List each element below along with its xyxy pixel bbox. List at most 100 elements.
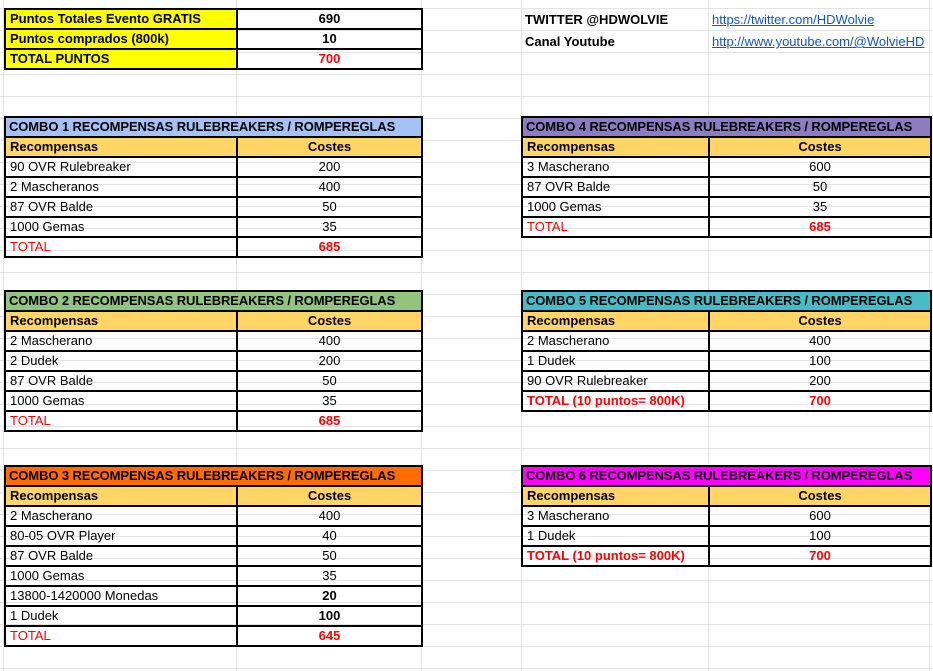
column-header-costs[interactable]: Costes [707,136,933,158]
column-header-rewards[interactable]: Recompensas [521,136,710,158]
reward-name[interactable]: 87 OVR Balde [4,196,238,218]
reward-cost[interactable]: 100 [707,525,933,547]
reward-name[interactable]: 2 Dudek [4,350,238,372]
reward-cost[interactable]: 35 [235,390,424,412]
summary-value[interactable]: 10 [236,28,423,50]
total-value[interactable]: 645 [235,625,424,647]
total-label[interactable]: TOTAL [4,410,238,432]
points-summary-table: Puntos Totales Evento GRATIS 690 Puntos … [4,8,423,70]
total-label[interactable]: TOTAL (10 puntos= 800K) [521,545,710,567]
reward-cost[interactable]: 200 [235,350,424,372]
table-row: 2 Mascherano 400 [521,330,933,352]
reward-name[interactable]: 1 Dudek [521,525,710,547]
twitter-link[interactable]: https://twitter.com/HDWolvie [712,12,874,27]
combo-title[interactable]: COMBO 6 RECOMPENSAS RULEBREAKERS / ROMPE… [520,465,933,487]
reward-cost[interactable]: 40 [235,525,424,547]
table-row: 1 Dudek 100 [521,525,933,547]
summary-label[interactable]: TOTAL PUNTOS [4,48,238,70]
combo-5-table: COMBO 5 RECOMPENSAS RULEBREAKERS / ROMPE… [520,290,933,412]
column-header-costs[interactable]: Costes [235,136,424,158]
reward-cost[interactable]: 100 [235,605,424,627]
reward-name[interactable]: 1 Dudek [4,605,238,627]
column-header-costs[interactable]: Costes [235,310,424,332]
column-header-costs[interactable]: Costes [707,310,933,332]
reward-cost[interactable]: 50 [235,370,424,392]
reward-cost[interactable]: 20 [235,585,424,607]
reward-name[interactable]: 87 OVR Balde [521,176,710,198]
total-label[interactable]: TOTAL [4,236,238,258]
column-header-rewards[interactable]: Recompensas [521,310,710,332]
summary-label[interactable]: Puntos comprados (800k) [4,28,238,50]
reward-cost[interactable]: 35 [235,565,424,587]
column-header-rewards[interactable]: Recompensas [521,485,710,507]
combo-title[interactable]: COMBO 4 RECOMPENSAS RULEBREAKERS / ROMPE… [520,116,933,138]
reward-name[interactable]: 3 Mascherano [521,505,710,527]
reward-cost[interactable]: 200 [235,156,424,178]
reward-cost[interactable]: 35 [707,196,933,218]
summary-label[interactable]: Puntos Totales Evento GRATIS [4,8,238,30]
reward-name[interactable]: 80-05 OVR Player [4,525,238,547]
combo-4-table: COMBO 4 RECOMPENSAS RULEBREAKERS / ROMPE… [520,116,933,238]
column-header-rewards[interactable]: Recompensas [4,136,238,158]
reward-name[interactable]: 1000 Gemas [4,390,238,412]
total-value[interactable]: 685 [235,410,424,432]
reward-cost[interactable]: 400 [235,330,424,352]
combo-title[interactable]: COMBO 5 RECOMPENSAS RULEBREAKERS / ROMPE… [520,290,933,312]
reward-name[interactable]: 2 Mascherano [521,330,710,352]
reward-cost[interactable]: 600 [707,505,933,527]
reward-cost[interactable]: 400 [235,505,424,527]
total-label[interactable]: TOTAL [4,625,238,647]
combo-1-table: COMBO 1 RECOMPENSAS RULEBREAKERS / ROMPE… [3,116,424,258]
reward-cost[interactable]: 100 [707,350,933,372]
reward-cost[interactable]: 400 [707,330,933,352]
reward-name[interactable]: 87 OVR Balde [4,370,238,392]
table-row: 80-05 OVR Player 40 [4,525,424,547]
reward-cost[interactable]: 600 [707,156,933,178]
total-value[interactable]: 685 [707,216,933,238]
summary-value[interactable]: 690 [236,8,423,30]
table-row: 1000 Gemas 35 [4,390,424,412]
column-header-rewards[interactable]: Recompensas [4,310,238,332]
table-row: 87 OVR Balde 50 [4,370,424,392]
table-row: 1 Dudek 100 [4,605,424,627]
reward-name[interactable]: 1000 Gemas [4,565,238,587]
summary-total-value[interactable]: 700 [236,48,423,70]
table-row: 1000 Gemas 35 [521,196,933,218]
reward-name[interactable]: 90 OVR Rulebreaker [4,156,238,178]
reward-name[interactable]: 2 Mascheranos [4,176,238,198]
column-header-costs[interactable]: Costes [707,485,933,507]
youtube-link[interactable]: http://www.youtube.com/@WolvieHD [712,34,924,49]
reward-cost[interactable]: 400 [235,176,424,198]
table-row: 3 Mascherano 600 [521,156,933,178]
reward-name[interactable]: 1 Dudek [521,350,710,372]
total-row: TOTAL (10 puntos= 800K) 700 [521,390,933,412]
total-value[interactable]: 700 [707,545,933,567]
column-header-costs[interactable]: Costes [235,485,424,507]
reward-name[interactable]: 13800-1420000 Monedas [4,585,238,607]
combo-title[interactable]: COMBO 2 RECOMPENSAS RULEBREAKERS / ROMPE… [3,290,424,312]
combo-title[interactable]: COMBO 1 RECOMPENSAS RULEBREAKERS / ROMPE… [3,116,424,138]
reward-name[interactable]: 90 OVR Rulebreaker [521,370,710,392]
reward-cost[interactable]: 50 [235,545,424,567]
reward-name[interactable]: 2 Mascherano [4,505,238,527]
reward-cost[interactable]: 35 [235,216,424,238]
reward-cost[interactable]: 200 [707,370,933,392]
summary-row-free-points: Puntos Totales Evento GRATIS 690 [4,8,423,30]
reward-cost[interactable]: 50 [235,196,424,218]
total-value[interactable]: 685 [235,236,424,258]
total-label[interactable]: TOTAL (10 puntos= 800K) [521,390,710,412]
youtube-label: Canal Youtube [525,34,615,49]
reward-name[interactable]: 87 OVR Balde [4,545,238,567]
reward-name[interactable]: 3 Mascherano [521,156,710,178]
total-value[interactable]: 700 [707,390,933,412]
reward-name[interactable]: 1000 Gemas [521,196,710,218]
reward-name[interactable]: 2 Mascherano [4,330,238,352]
column-header-rewards[interactable]: Recompensas [4,485,238,507]
total-row: TOTAL 685 [4,236,424,258]
total-label[interactable]: TOTAL [521,216,710,238]
table-row: 13800-1420000 Monedas 20 [4,585,424,607]
combo-title[interactable]: COMBO 3 RECOMPENSAS RULEBREAKERS / ROMPE… [3,465,424,487]
total-row: TOTAL 685 [521,216,933,238]
reward-name[interactable]: 1000 Gemas [4,216,238,238]
reward-cost[interactable]: 50 [707,176,933,198]
